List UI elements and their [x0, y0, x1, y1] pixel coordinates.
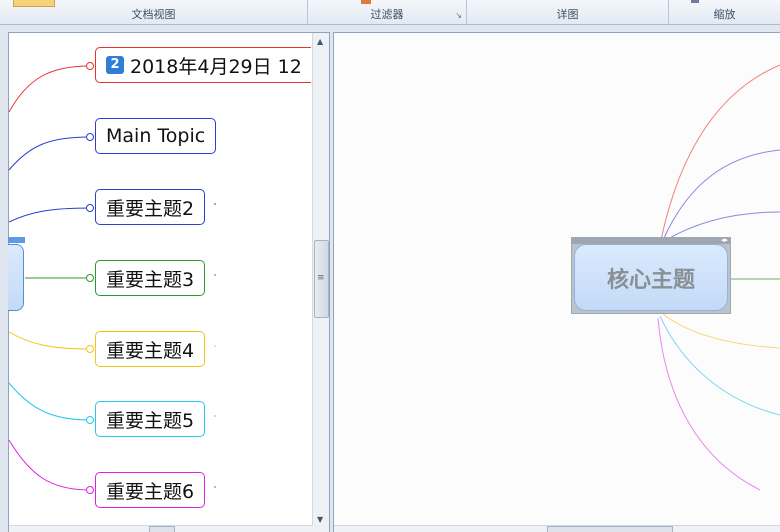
topic-important-2[interactable]: 重要主题2 [95, 189, 206, 225]
outline-topic-area: 2 2018年4月29日 12 Main Topic 重要主题2 重要主题3 重… [9, 33, 311, 525]
topic-label: 2018年4月29日 12 [130, 55, 302, 78]
topic-label: 重要主题2 [106, 197, 195, 220]
central-topic[interactable]: 核心主题 [574, 244, 728, 311]
map-branch-7 [657, 317, 761, 491]
topic-label: Main Topic [106, 125, 206, 147]
topic-label: 重要主题3 [106, 268, 195, 291]
map-branch-5 [662, 313, 780, 349]
topic-important-6[interactable]: 重要主题6 [95, 472, 206, 508]
priority-2-icon: 2 [106, 56, 124, 74]
topic-date[interactable]: 2 2018年4月29日 12 [95, 47, 311, 83]
topic-important-4[interactable]: 重要主题4 [95, 331, 206, 367]
topic-label: 重要主题5 [106, 409, 195, 432]
central-topic-label: 核心主题 [606, 267, 695, 293]
map-branch-2 [662, 149, 780, 241]
resize-arrows-icon[interactable]: ◂▸ [721, 236, 728, 244]
topic-important-3[interactable]: 重要主题3 [95, 260, 206, 296]
topic-label: 重要主题6 [106, 480, 195, 503]
topic-label: 重要主题4 [106, 339, 195, 362]
map-branch-6 [659, 315, 780, 416]
topic-important-5[interactable]: 重要主题5 [95, 401, 206, 437]
topic-main-topic[interactable]: Main Topic [95, 118, 217, 154]
